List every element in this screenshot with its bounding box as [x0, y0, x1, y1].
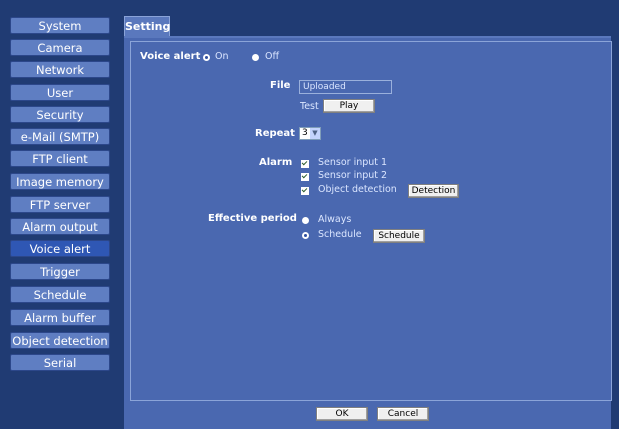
- test-label: Test: [300, 101, 319, 112]
- play-button[interactable]: Play: [323, 99, 375, 113]
- always-label: Always: [318, 214, 352, 225]
- sidebar-item-voice-alert[interactable]: Voice alert: [10, 240, 110, 257]
- repeat-select[interactable]: 3 ▼: [299, 127, 321, 140]
- sidebar-item-camera[interactable]: Camera: [10, 39, 110, 56]
- voice-alert-settings-page: System Camera Network User Security e-Ma…: [0, 0, 619, 429]
- voice-alert-on-radio[interactable]: [203, 54, 210, 61]
- file-status-field: Uploaded: [299, 80, 392, 94]
- sidebar-item-object-detection[interactable]: Object detection: [10, 332, 110, 349]
- schedule-radio[interactable]: [302, 232, 309, 239]
- sidebar-item-schedule[interactable]: Schedule: [10, 286, 110, 303]
- sidebar-item-alarm-buffer[interactable]: Alarm buffer: [10, 309, 110, 326]
- schedule-label: Schedule: [318, 229, 362, 240]
- sidebar-item-serial[interactable]: Serial: [10, 354, 110, 371]
- sidebar-item-ftp-client[interactable]: FTP client: [10, 150, 110, 167]
- object-detection-label: Object detection: [318, 184, 397, 195]
- chevron-down-icon: ▼: [310, 128, 320, 139]
- settings-frame: [130, 41, 612, 401]
- sidebar-item-system[interactable]: System: [10, 17, 110, 34]
- sensor-input-1-label: Sensor input 1: [318, 157, 388, 168]
- tab-setting[interactable]: Setting: [124, 16, 170, 37]
- ok-button[interactable]: OK: [316, 407, 368, 421]
- alarm-label: Alarm: [259, 157, 293, 168]
- effective-period-label: Effective period: [208, 213, 297, 224]
- sidebar-item-email-smtp[interactable]: e-Mail (SMTP): [10, 128, 110, 145]
- repeat-label: Repeat: [255, 128, 295, 139]
- schedule-button[interactable]: Schedule: [373, 229, 425, 243]
- sensor-input-2-checkbox[interactable]: [301, 173, 309, 181]
- sidebar-item-network[interactable]: Network: [10, 61, 110, 78]
- sidebar-item-image-memory[interactable]: Image memory: [10, 173, 110, 190]
- sensor-input-1-checkbox[interactable]: [301, 160, 309, 168]
- voice-alert-label: Voice alert: [140, 51, 201, 62]
- sidebar-item-alarm-output[interactable]: Alarm output: [10, 218, 110, 235]
- object-detection-checkbox[interactable]: [301, 187, 309, 195]
- voice-alert-off-radio[interactable]: [252, 54, 259, 61]
- voice-alert-on-label: On: [215, 51, 229, 62]
- file-label: File: [270, 80, 291, 91]
- sidebar-item-trigger[interactable]: Trigger: [10, 263, 110, 280]
- sidebar-item-security[interactable]: Security: [10, 106, 110, 123]
- sidebar-item-user[interactable]: User: [10, 84, 110, 101]
- always-radio[interactable]: [302, 217, 309, 224]
- cancel-button[interactable]: Cancel: [377, 407, 429, 421]
- sidebar: System Camera Network User Security e-Ma…: [0, 0, 118, 429]
- detection-button[interactable]: Detection: [408, 184, 459, 198]
- voice-alert-off-label: Off: [265, 51, 280, 62]
- sidebar-item-ftp-server[interactable]: FTP server: [10, 196, 110, 213]
- sensor-input-2-label: Sensor input 2: [318, 170, 388, 181]
- repeat-value: 3: [302, 128, 308, 138]
